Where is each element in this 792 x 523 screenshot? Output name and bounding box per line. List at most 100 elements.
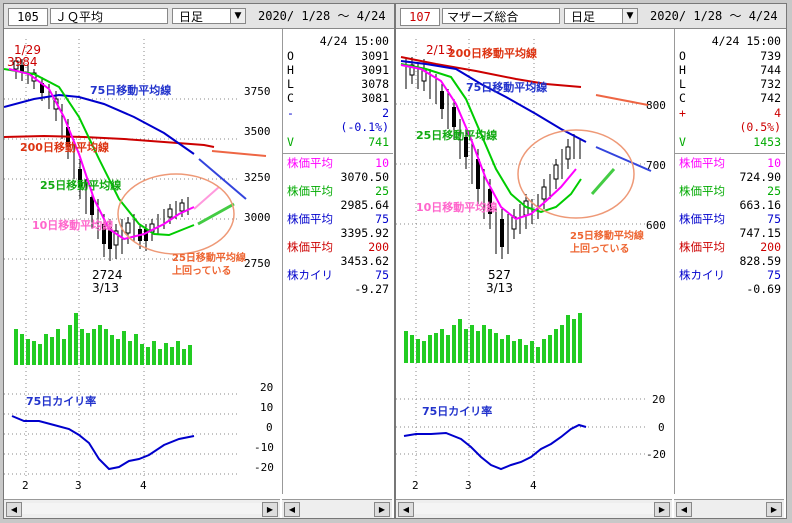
annotation-arrow: [590, 168, 616, 195]
stock-code-input[interactable]: 107: [400, 8, 440, 26]
ma10-label: 10日移動平均線: [32, 218, 113, 232]
price-tick: 2750: [244, 257, 271, 270]
cross-note2: 上回っている: [570, 242, 630, 255]
kairi-tick: -20: [254, 461, 274, 474]
volume-value: 741: [368, 135, 389, 149]
toolbar: 107 マザーズ総合 日足 ▼ 2020/ 1/28 ～ 4/24: [396, 4, 786, 29]
scroll-right-icon[interactable]: ▶: [262, 502, 278, 517]
chevron-down-icon[interactable]: ▼: [230, 9, 245, 23]
kairi-tick: 20: [260, 381, 273, 394]
kairi-tick: 0: [658, 421, 665, 434]
ma-label: 株価平均: [679, 184, 725, 198]
cross-note: 25日移動平均線: [570, 229, 644, 242]
low-value: 732: [760, 77, 781, 91]
ma-value: 828.59: [739, 254, 781, 268]
period-select[interactable]: 日足 ▼: [172, 8, 246, 24]
ma25-label: 25日移動平均線: [40, 178, 121, 192]
close-label: C: [287, 91, 294, 105]
price-chart[interactable]: 800 700 600 20 0 -20 2 3 4 2/13 527 3/13…: [396, 29, 672, 494]
scroll-right-icon[interactable]: ▶: [374, 502, 390, 517]
high-label: H: [679, 63, 686, 77]
volume-value: 1453: [753, 135, 781, 149]
volume-bars: [404, 313, 582, 363]
horizontal-scrollbar[interactable]: ◀ ▶: [4, 499, 280, 518]
kairi-label: 株カイリ: [679, 268, 725, 282]
open-label: O: [287, 49, 294, 63]
month-label: 2: [22, 479, 29, 492]
ma75-label: 75日移動平均線: [90, 83, 171, 97]
ma-period: 10: [375, 156, 389, 170]
stock-code-input[interactable]: 105: [8, 8, 48, 26]
time-value: 4/24 15:00: [711, 34, 781, 48]
info-scrollbar[interactable]: ◀ ▶: [674, 499, 784, 518]
annotation-arrow: [197, 202, 235, 226]
price-tick: 3000: [244, 211, 271, 224]
open-label: O: [679, 49, 686, 63]
scroll-track[interactable]: [22, 503, 262, 514]
ma200-label: 200日移動平均線: [20, 140, 109, 154]
ma-label: 株価平均: [679, 156, 725, 170]
low-value-label: 2724: [92, 268, 123, 282]
kairi-tick: 20: [652, 393, 665, 406]
close-label: C: [679, 91, 686, 105]
ma75-label: 75日移動平均線: [466, 80, 547, 94]
info-scrollbar[interactable]: ◀ ▶: [282, 499, 392, 518]
change-sign: -: [287, 106, 294, 120]
scroll-right-icon[interactable]: ▶: [654, 502, 670, 517]
date-range: 2020/ 1/28 ～ 4/24: [650, 9, 778, 23]
low-value-label: 527: [488, 268, 511, 282]
change-sign: +: [679, 106, 686, 120]
ma-label: 株価平均: [287, 240, 333, 254]
scroll-left-icon[interactable]: ◀: [676, 502, 692, 517]
annotation-arrow: [595, 146, 652, 172]
jq-average-chart-pane: 105 ＪＱ平均 日足 ▼ 2020/ 1/28 ～ 4/24 3 75 0 3500…: [3, 3, 395, 519]
period-value: 日足: [179, 10, 204, 24]
annotation-arrow: [595, 94, 649, 106]
low-value: 3078: [361, 77, 389, 91]
kairi-tick: -20: [646, 448, 666, 461]
annotation-circle: [517, 129, 635, 219]
open-value: 3091: [361, 49, 389, 63]
kairi-tick: 10: [260, 401, 273, 414]
stock-name-field[interactable]: マザーズ総合: [442, 8, 560, 24]
stock-name-field[interactable]: ＪＱ平均: [50, 8, 168, 24]
volume-label: V: [287, 135, 294, 149]
change-value: 2: [382, 106, 389, 120]
scroll-track[interactable]: [414, 503, 654, 514]
date-range: 2020/ 1/28 ～ 4/24: [258, 9, 386, 23]
ma-value: 3395.92: [340, 226, 389, 240]
low-date-label: 3/13: [92, 281, 119, 295]
mothers-chart-pane: 107 マザーズ総合 日足 ▼ 2020/ 1/28 ～ 4/24 800 700…: [395, 3, 787, 519]
price-tick: 3500: [244, 125, 271, 138]
change-pct: (0.5%): [739, 120, 781, 134]
change-pct: (-0.1%): [340, 120, 389, 134]
ma-label: 株価平均: [287, 184, 333, 198]
ma-period: 25: [375, 184, 389, 198]
info-time: 4/24 15:00: [287, 35, 389, 48]
horizontal-scrollbar[interactable]: ◀ ▶: [396, 499, 672, 518]
price-chart[interactable]: 3750 3500 3250 3000 2750 20 10 0 -10 -20…: [4, 29, 280, 494]
ma-period: 75: [375, 212, 389, 226]
month-label: 3: [75, 479, 82, 492]
ma25-label: 25日移動平均線: [416, 128, 497, 142]
kairi-line: [11, 415, 195, 471]
scroll-left-icon[interactable]: ◀: [398, 502, 414, 517]
ma-value: 3070.50: [340, 170, 389, 184]
info-panel: 4/24 15:00 O 739 H 744 L 732 C 742 +4 (0.5%)…: [674, 29, 785, 494]
scroll-right-icon[interactable]: ▶: [766, 502, 782, 517]
ma-period: 200: [368, 240, 389, 254]
volume-label: V: [679, 135, 686, 149]
ma-label: 株価平均: [679, 240, 725, 254]
chevron-down-icon[interactable]: ▼: [622, 9, 637, 23]
scroll-left-icon[interactable]: ◀: [284, 502, 300, 517]
info-panel: 4/24 15:00 O 3091 H 3091 L 3078 C 3081 - 2 (-…: [282, 29, 393, 494]
ma-label: 株価平均: [287, 156, 333, 170]
toolbar: 105 ＪＱ平均 日足 ▼ 2020/ 1/28 ～ 4/24: [4, 4, 394, 29]
ma-value: 747.15: [739, 226, 781, 240]
close-value: 742: [760, 91, 781, 105]
month-label: 4: [140, 479, 147, 492]
period-select[interactable]: 日足 ▼: [564, 8, 638, 24]
kairi-tick: 0: [266, 421, 273, 434]
scroll-left-icon[interactable]: ◀: [6, 502, 22, 517]
annotation-arrow: [211, 150, 267, 157]
